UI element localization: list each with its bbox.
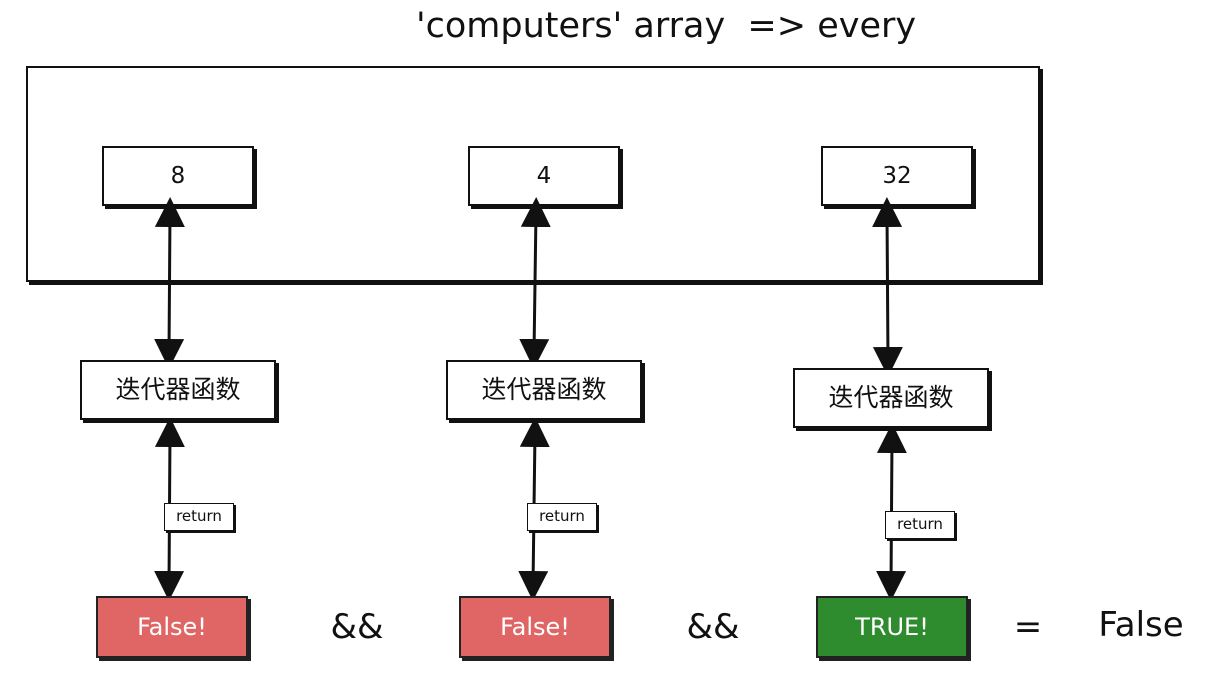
arrow-value-iterator-3 bbox=[872, 197, 903, 377]
iterator-function-1: 迭代器函数 bbox=[80, 360, 276, 420]
return-label-3: return bbox=[885, 511, 955, 539]
final-result: False bbox=[1098, 605, 1184, 645]
iterator-function-2: 迭代器函数 bbox=[446, 360, 642, 420]
and-operator-2: && bbox=[686, 607, 740, 647]
result-box-2: False! bbox=[459, 596, 611, 658]
equals-operator: = bbox=[1013, 607, 1043, 647]
result-box-1: False! bbox=[96, 596, 248, 658]
return-label-2: return bbox=[527, 503, 597, 531]
arrows-layer bbox=[154, 197, 907, 601]
return-label-1: return bbox=[164, 503, 234, 531]
arrow-value-iterator-2 bbox=[519, 197, 551, 369]
arrow-value-iterator-1 bbox=[154, 197, 185, 369]
and-operator-1: && bbox=[330, 607, 384, 647]
iterator-function-3: 迭代器函数 bbox=[793, 368, 989, 428]
result-box-3: TRUE! bbox=[816, 596, 968, 658]
